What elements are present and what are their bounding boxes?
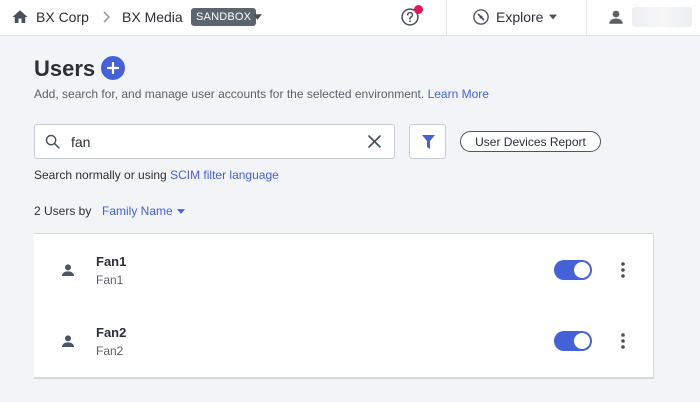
clear-search-icon[interactable] [368, 135, 381, 148]
user-list: Fan1 Fan1 Fan2 Fan2 [34, 233, 654, 379]
search-input[interactable] [71, 131, 361, 153]
sort-dropdown-icon[interactable] [177, 209, 185, 214]
plus-icon [107, 62, 119, 74]
user-username: Fan1 [96, 273, 124, 287]
chevron-right-icon [103, 11, 111, 23]
environment-dropdown-icon[interactable] [253, 14, 262, 20]
toggle-knob [574, 333, 590, 349]
search-box [34, 124, 395, 159]
more-options-icon[interactable] [618, 332, 628, 350]
user-name[interactable]: Fan1 [96, 254, 126, 269]
page-description: Add, search for, and manage user account… [34, 87, 489, 101]
user-name[interactable]: Fan2 [96, 325, 126, 340]
top-nav: BX Corp BX Media SANDBOX Explore [0, 0, 700, 36]
environment-name[interactable]: BX Media [122, 9, 183, 25]
home-icon[interactable] [11, 8, 29, 26]
results-count: 2 Users by [34, 204, 92, 218]
more-options-icon[interactable] [618, 261, 628, 279]
explore-menu[interactable]: Explore [496, 9, 543, 25]
sort-dropdown[interactable]: Family Name [102, 204, 173, 218]
filter-icon [422, 135, 435, 149]
user-icon [62, 264, 74, 276]
org-name-link[interactable]: BX Corp [36, 9, 89, 25]
nav-divider [446, 0, 447, 36]
toggle-knob [574, 262, 590, 278]
nav-divider [586, 0, 587, 36]
user-row[interactable]: Fan1 Fan1 [34, 234, 654, 305]
user-avatar-icon[interactable] [607, 8, 625, 26]
page-title: Users [34, 56, 96, 81]
search-hint: Search normally or using SCIM filter lan… [34, 168, 279, 182]
user-username: Fan2 [96, 344, 124, 358]
user-name-redacted[interactable] [632, 7, 692, 27]
compass-icon[interactable] [472, 8, 490, 26]
sandbox-badge: SANDBOX [191, 8, 257, 26]
user-enabled-toggle[interactable] [554, 260, 592, 280]
learn-more-link[interactable]: Learn More [428, 87, 489, 101]
notification-dot [414, 5, 423, 14]
explore-dropdown-icon[interactable] [549, 14, 557, 20]
search-icon [45, 134, 60, 149]
filter-button[interactable] [409, 124, 446, 159]
add-user-button[interactable] [101, 56, 125, 80]
user-row[interactable]: Fan2 Fan2 [34, 305, 654, 376]
scim-filter-link[interactable]: SCIM filter language [170, 168, 279, 182]
user-icon [62, 335, 74, 347]
user-enabled-toggle[interactable] [554, 331, 592, 351]
user-devices-report-button[interactable]: User Devices Report [460, 131, 601, 152]
